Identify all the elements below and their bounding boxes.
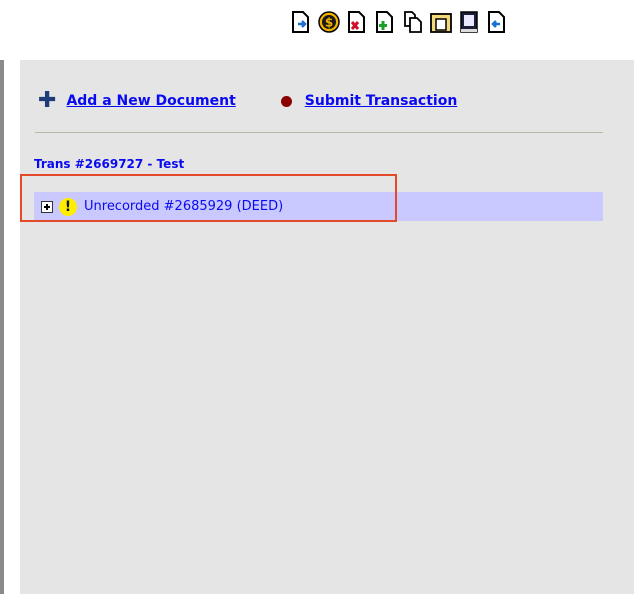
delete-document-button[interactable] bbox=[346, 10, 368, 34]
horizontal-divider bbox=[35, 132, 603, 133]
transaction-panel: ✚ Add a New Document Submit Transaction … bbox=[20, 60, 634, 594]
payment-button[interactable]: $ bbox=[318, 10, 340, 34]
transaction-title[interactable]: Trans #2669727 - Test bbox=[34, 157, 184, 171]
document-delete-icon bbox=[348, 11, 365, 33]
action-bar: ✚ Add a New Document Submit Transaction bbox=[38, 90, 457, 112]
add-document-button[interactable] bbox=[374, 10, 396, 34]
document-arrow-button[interactable] bbox=[290, 10, 312, 34]
folder-icon bbox=[430, 13, 452, 33]
red-dot-icon bbox=[280, 95, 292, 107]
document-add-icon bbox=[376, 11, 393, 33]
folder-button[interactable] bbox=[430, 10, 452, 34]
left-divider bbox=[0, 60, 4, 594]
copy-documents-button[interactable] bbox=[402, 10, 424, 34]
copy-documents-icon bbox=[404, 11, 422, 33]
annotation-highlight-box bbox=[20, 174, 397, 222]
document-return-icon bbox=[488, 11, 505, 33]
book-icon bbox=[460, 11, 478, 33]
dollar-symbol: $ bbox=[325, 16, 333, 30]
toolbar: $ bbox=[290, 10, 508, 38]
submit-transaction-action[interactable]: Submit Transaction bbox=[236, 93, 458, 109]
plus-icon: ✚ bbox=[38, 88, 57, 113]
book-button[interactable] bbox=[458, 10, 480, 34]
add-document-action[interactable]: ✚ Add a New Document bbox=[38, 90, 236, 112]
submit-transaction-link[interactable]: Submit Transaction bbox=[305, 93, 458, 109]
document-arrow-icon bbox=[292, 11, 309, 33]
return-document-button[interactable] bbox=[486, 10, 508, 34]
add-new-document-link[interactable]: Add a New Document bbox=[66, 93, 235, 109]
top-bar: $ bbox=[0, 0, 634, 60]
dollar-coin-icon: $ bbox=[318, 11, 340, 33]
